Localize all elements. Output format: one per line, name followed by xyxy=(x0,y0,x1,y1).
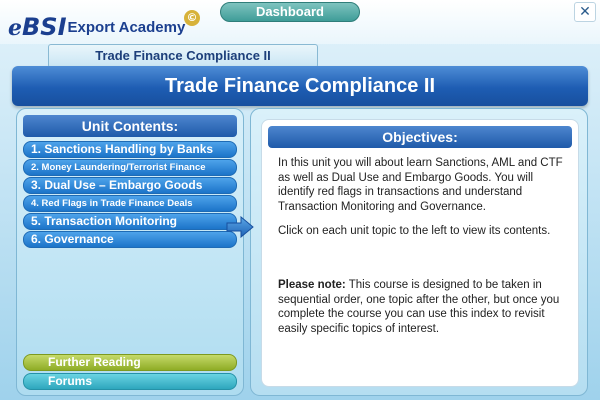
unit-item-governance[interactable]: 6. Governance xyxy=(23,231,237,248)
arrow-right-icon xyxy=(226,216,254,238)
objectives-paragraph-2: Click on each unit topic to the left to … xyxy=(278,225,551,237)
objectives-note: Please note: This course is designed to … xyxy=(278,278,570,336)
note-label: Please note: xyxy=(278,279,346,291)
unit-item-dual-use[interactable]: 3. Dual Use – Embargo Goods xyxy=(23,177,237,194)
bsi-export-academy-logo: e BSI Export Academy xyxy=(8,4,185,40)
course-tab: Trade Finance Compliance II xyxy=(48,44,318,68)
top-bar: e BSI Export Academy © Dashboard ✕ xyxy=(0,0,600,44)
objectives-paragraph-1: In this unit you will about learn Sancti… xyxy=(278,157,563,213)
copyright-icon: © xyxy=(184,10,200,26)
unit-item-red-flags[interactable]: 4. Red Flags in Trade Finance Deals xyxy=(23,195,237,212)
forums-button[interactable]: Forums xyxy=(23,373,237,390)
objectives-heading: Objectives: xyxy=(268,126,572,148)
further-reading-button[interactable]: Further Reading xyxy=(23,354,237,371)
unit-item-money-laundering[interactable]: 2. Money Laundering/Terrorist Finance xyxy=(23,159,237,176)
logo-e: e xyxy=(8,15,22,41)
page-title: Trade Finance Compliance II xyxy=(12,66,588,106)
dashboard-button[interactable]: Dashboard xyxy=(220,2,360,22)
logo-export-academy: Export Academy xyxy=(67,19,186,36)
unit-contents-heading: Unit Contents: xyxy=(23,115,237,137)
objectives-content: Objectives: In this unit you will about … xyxy=(261,119,579,387)
unit-contents-panel: Unit Contents: 1. Sanctions Handling by … xyxy=(16,108,244,396)
unit-item-transaction-monitoring[interactable]: 5. Transaction Monitoring xyxy=(23,213,237,230)
objectives-panel: Objectives: In this unit you will about … xyxy=(250,108,588,396)
close-icon[interactable]: ✕ xyxy=(574,2,596,22)
logo-bsi: BSI xyxy=(22,13,67,41)
unit-item-sanctions[interactable]: 1. Sanctions Handling by Banks xyxy=(23,141,237,158)
